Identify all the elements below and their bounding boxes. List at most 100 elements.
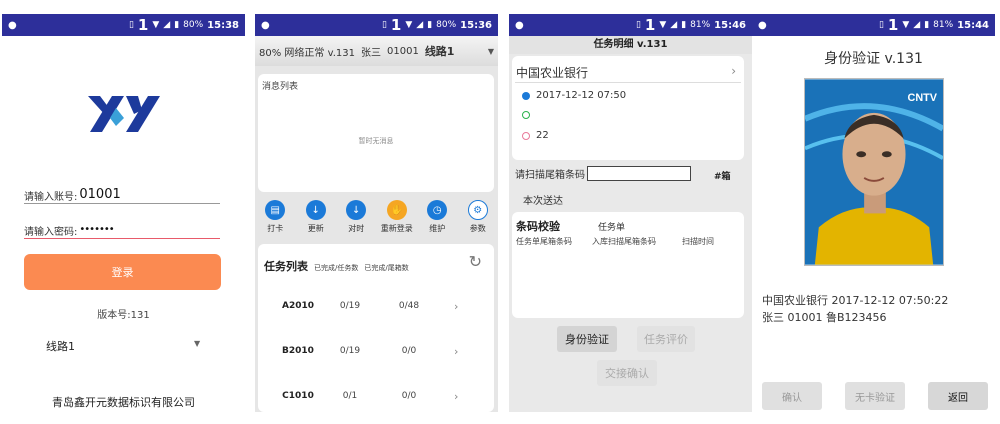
tool-label: 重新登录: [380, 224, 413, 233]
login-screen: ● ▯ 1 ▼ ◢ ▮ 80% 15:38 请输入账号: 01001 请输入密码…: [2, 14, 245, 412]
usb-icon: ●: [8, 19, 17, 31]
check-subtitle: 任务单: [598, 223, 626, 233]
route-select[interactable]: 线路1: [425, 43, 455, 59]
no-card-button[interactable]: 无卡验证: [845, 382, 905, 410]
battery-percent: 81%: [933, 20, 954, 30]
main-screen: ● ▯ 1 ▼ ◢ ▮ 80% 15:36 80% 网络正常 v.131 张三 …: [255, 14, 498, 412]
battery-icon: ▮: [681, 20, 687, 30]
back-button[interactable]: 返回: [928, 382, 988, 410]
wifi-icon: ▼: [902, 20, 910, 30]
company-name: 青岛鑫开元数据标识有限公司: [52, 396, 195, 409]
chevron-right-icon: ›: [454, 389, 459, 403]
battery-percent: 80%: [183, 20, 204, 30]
chevron-right-icon: ›: [731, 64, 736, 78]
tool-label: 更新: [307, 224, 324, 233]
task-detail-screen: ● ▯ 1 ▼ ◢ ▮ 81% 15:46 任务明细 v.131 中国农业银行 …: [509, 14, 752, 412]
clock: 15:38: [207, 19, 239, 31]
password-input[interactable]: •••••••: [79, 224, 114, 238]
bank-panel[interactable]: 中国农业银行 › 2017-12-12 07:50 22: [512, 56, 744, 160]
wifi-icon: ▼: [152, 20, 160, 30]
clock: 15:46: [714, 19, 746, 31]
task-id: A2010: [281, 301, 314, 311]
clock-icon: [522, 91, 530, 100]
signal-icon: ◢: [913, 20, 921, 30]
sync-time-icon: ↓: [346, 200, 367, 220]
bank-datetime: 中国农业银行 2017-12-12 07:50:22: [762, 294, 949, 307]
confirm-button[interactable]: 确认: [762, 382, 822, 410]
check-title: 条码校验: [516, 220, 560, 233]
tool-sync-time[interactable]: ↓ 对时: [337, 200, 375, 236]
col-done-boxes: 已完成/尾箱数: [364, 264, 409, 272]
identity-screen: ● ▯ 1 ▼ ◢ ▮ 81% 15:44 身份验证 v.131 CNTV 中国…: [752, 14, 995, 412]
vibrate-icon: ▯: [381, 20, 387, 30]
update-icon: ↓: [305, 200, 326, 220]
identity-button[interactable]: 身份验证: [557, 326, 617, 352]
tool-clock-in[interactable]: ▤ 打卡: [256, 200, 294, 236]
message-empty: 暂时无消息: [358, 137, 394, 145]
task-row[interactable]: A2010 0/19 0/48 ›: [258, 296, 494, 316]
main-header: 80% 网络正常 v.131 张三 01001 线路1 ▼: [255, 36, 498, 66]
status-row: [522, 111, 530, 119]
scan-row: 请扫描尾箱条码: [515, 166, 691, 181]
refresh-icon[interactable]: ↻: [469, 252, 482, 271]
chevron-down-icon[interactable]: ▼: [488, 47, 494, 56]
person-info: 张三 01001 鲁B123456: [762, 311, 887, 324]
version-label: 版本号:131: [97, 310, 150, 321]
handover-button[interactable]: 交接确认: [597, 360, 657, 386]
task-panel: 任务列表 已完成/任务数 已完成/尾箱数 ↻ A2010 0/19 0/48 ›…: [258, 244, 494, 412]
task-datetime: 2017-12-12 07:50: [536, 90, 627, 101]
vibrate-icon: ▯: [878, 20, 884, 30]
chevron-down-icon[interactable]: ▼: [194, 339, 200, 348]
scan-label: 请扫描尾箱条码: [515, 170, 585, 181]
tool-label: 打卡: [267, 224, 284, 233]
box-count: 0/0: [401, 391, 417, 401]
pink-circle-icon: [522, 131, 530, 140]
wifi-icon: ▼: [659, 20, 667, 30]
usb-icon: ●: [515, 19, 524, 31]
usb-icon: ●: [758, 19, 767, 31]
battery-percent: 80%: [436, 20, 457, 30]
sim-icon: 1: [390, 15, 402, 34]
task-row[interactable]: C1010 0/1 0/0 ›: [258, 386, 494, 406]
sim-icon: 1: [137, 15, 149, 34]
password-field[interactable]: 请输入密码: •••••••: [24, 219, 220, 239]
task-id: C1010: [282, 391, 314, 401]
tool-maintain[interactable]: ◷ 维护: [418, 200, 456, 236]
barcode-input[interactable]: [587, 166, 691, 181]
account-label: 请输入账号:: [24, 192, 78, 203]
account-field[interactable]: 请输入账号: 01001: [24, 184, 220, 204]
tool-relogin[interactable]: ✋ 重新登录: [378, 200, 416, 236]
tool-settings[interactable]: ⚙ 参数: [459, 200, 497, 236]
green-circle-icon: [522, 111, 530, 119]
vibrate-icon: ▯: [128, 20, 134, 30]
battery-icon: ▮: [174, 20, 180, 30]
network-status: 80% 网络正常 v.131: [259, 47, 355, 59]
account-input[interactable]: 01001: [79, 187, 120, 203]
tool-update[interactable]: ↓ 更新: [297, 200, 335, 236]
status-bar: ● ▯ 1 ▼ ◢ ▮ 80% 15:36: [255, 14, 498, 36]
settings-icon: ⚙: [467, 200, 488, 220]
col-done-tasks: 已完成/任务数: [314, 264, 359, 272]
task-row[interactable]: B2010 0/19 0/0 ›: [258, 341, 494, 361]
col-scan-time: 扫描时间: [682, 237, 714, 246]
user-name: 张三: [361, 47, 381, 59]
divider: [515, 82, 741, 83]
route-select[interactable]: 线路1: [46, 338, 75, 354]
tool-label: 维护: [429, 224, 446, 233]
message-title: 消息列表: [262, 82, 299, 92]
evaluate-button[interactable]: 任务评价: [637, 326, 695, 352]
datetime-row: 2017-12-12 07:50: [522, 90, 626, 101]
maintain-icon: ◷: [427, 200, 448, 220]
col-scan-barcode: 入库扫描尾箱条码: [592, 237, 656, 246]
relogin-icon: ✋: [386, 200, 407, 220]
wifi-icon: ▼: [405, 20, 413, 30]
status-bar: ● ▯ 1 ▼ ◢ ▮ 81% 15:46: [509, 14, 752, 36]
status-bar: ● ▯ 1 ▼ ◢ ▮ 81% 15:44: [752, 14, 995, 36]
task-title: 任务列表: [264, 260, 308, 273]
task-count: 0/19: [339, 346, 361, 356]
sim-icon: 1: [644, 15, 656, 34]
signal-icon: ◢: [670, 20, 678, 30]
password-label: 请输入密码:: [24, 227, 78, 238]
task-header: 任务列表 已完成/任务数 已完成/尾箱数: [264, 258, 409, 274]
login-button[interactable]: 登录: [24, 254, 221, 290]
